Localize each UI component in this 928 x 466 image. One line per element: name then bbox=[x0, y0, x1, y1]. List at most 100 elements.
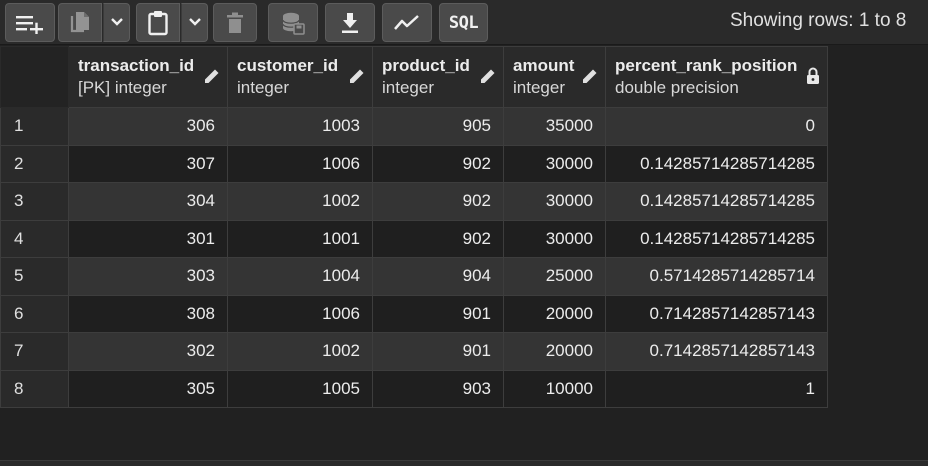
table-cell[interactable]: 901 bbox=[372, 294, 504, 333]
table-cell[interactable]: 904 bbox=[372, 257, 504, 296]
table-cell[interactable]: 35000 bbox=[503, 107, 606, 146]
table-row[interactable]: 1 306 1003 905 35000 0 bbox=[0, 107, 828, 146]
pencil-icon[interactable] bbox=[203, 67, 221, 90]
table-cell[interactable]: 303 bbox=[68, 257, 228, 296]
column-name: product_id bbox=[382, 56, 470, 75]
copy-icon bbox=[69, 11, 91, 35]
line-chart-icon bbox=[394, 14, 420, 32]
table-cell[interactable]: 0.5714285714285714 bbox=[605, 257, 828, 296]
table-cell[interactable]: 10000 bbox=[503, 369, 606, 408]
delete-button[interactable] bbox=[213, 3, 257, 42]
column-type: double precision bbox=[615, 78, 739, 97]
column-header-percent-rank-position[interactable]: percent_rank_position double precision bbox=[605, 46, 828, 108]
column-name: percent_rank_position bbox=[615, 56, 798, 75]
row-number[interactable]: 8 bbox=[0, 369, 69, 408]
pencil-icon[interactable] bbox=[581, 67, 599, 90]
add-row-button[interactable] bbox=[5, 3, 55, 42]
table-cell[interactable]: 0.14285714285714285 bbox=[605, 182, 828, 221]
table-row[interactable]: 3 304 1002 902 30000 0.14285714285714285 bbox=[0, 182, 828, 221]
table-row[interactable]: 5 303 1004 904 25000 0.5714285714285714 bbox=[0, 257, 828, 296]
table-cell[interactable]: 302 bbox=[68, 332, 228, 371]
table-cell[interactable]: 902 bbox=[372, 219, 504, 258]
column-header-product-id[interactable]: product_id integer bbox=[372, 46, 504, 108]
graph-visualiser-button[interactable] bbox=[382, 3, 432, 42]
column-type: [PK] integer bbox=[78, 78, 167, 97]
lock-icon bbox=[805, 67, 821, 90]
table-cell[interactable]: 1002 bbox=[227, 182, 373, 221]
table-cell[interactable]: 1005 bbox=[227, 369, 373, 408]
table-cell[interactable]: 30000 bbox=[503, 219, 606, 258]
save-data-button[interactable] bbox=[268, 3, 318, 42]
copy-button[interactable] bbox=[58, 3, 102, 42]
table-cell[interactable]: 20000 bbox=[503, 294, 606, 333]
table-cell[interactable]: 902 bbox=[372, 144, 504, 183]
rows-status: Showing rows: 1 to 8 bbox=[730, 10, 907, 31]
pencil-icon[interactable] bbox=[348, 67, 366, 90]
table-cell[interactable]: 1004 bbox=[227, 257, 373, 296]
table-cell[interactable]: 0.7142857142857143 bbox=[605, 294, 828, 333]
column-type: integer bbox=[237, 78, 289, 97]
table-cell[interactable]: 1006 bbox=[227, 294, 373, 333]
table-row[interactable]: 6 308 1006 901 20000 0.7142857142857143 bbox=[0, 294, 828, 333]
toolbar: SQL Showing rows: 1 to 8 bbox=[0, 0, 928, 45]
row-number[interactable]: 3 bbox=[0, 182, 69, 221]
trash-icon bbox=[226, 12, 244, 34]
row-number[interactable]: 5 bbox=[0, 257, 69, 296]
table-cell[interactable]: 25000 bbox=[503, 257, 606, 296]
table-cell[interactable]: 30000 bbox=[503, 182, 606, 221]
column-header-customer-id[interactable]: customer_id integer bbox=[227, 46, 373, 108]
chevron-down-icon bbox=[110, 14, 124, 32]
column-name: transaction_id bbox=[78, 56, 195, 75]
row-number[interactable]: 2 bbox=[0, 144, 69, 183]
table-cell[interactable]: 1003 bbox=[227, 107, 373, 146]
row-number[interactable]: 6 bbox=[0, 294, 69, 333]
table-cell[interactable]: 1002 bbox=[227, 332, 373, 371]
status-bar bbox=[0, 460, 928, 466]
table-cell[interactable]: 905 bbox=[372, 107, 504, 146]
table-row[interactable]: 4 301 1001 902 30000 0.14285714285714285 bbox=[0, 219, 828, 258]
table-row[interactable]: 2 307 1006 902 30000 0.14285714285714285 bbox=[0, 144, 828, 183]
select-all-corner[interactable] bbox=[0, 46, 69, 108]
table-cell[interactable]: 0.14285714285714285 bbox=[605, 219, 828, 258]
table-cell[interactable]: 1 bbox=[605, 369, 828, 408]
header-row: transaction_id [PK] integer customer_id … bbox=[0, 46, 828, 108]
row-number[interactable]: 7 bbox=[0, 332, 69, 371]
table-cell[interactable]: 304 bbox=[68, 182, 228, 221]
table-row[interactable]: 7 302 1002 901 20000 0.7142857142857143 bbox=[0, 332, 828, 371]
table-cell[interactable]: 1001 bbox=[227, 219, 373, 258]
table-cell[interactable]: 901 bbox=[372, 332, 504, 371]
table-cell[interactable]: 0 bbox=[605, 107, 828, 146]
paste-options-button[interactable] bbox=[181, 3, 208, 42]
table-body: 1 306 1003 905 35000 0 2 307 1006 902 30000 0.14285… bbox=[0, 107, 828, 408]
table-cell[interactable]: 305 bbox=[68, 369, 228, 408]
row-number[interactable]: 4 bbox=[0, 219, 69, 258]
result-table: transaction_id [PK] integer customer_id … bbox=[0, 46, 828, 408]
pencil-icon[interactable] bbox=[479, 67, 497, 90]
database-save-icon bbox=[281, 11, 305, 35]
table-cell[interactable]: 30000 bbox=[503, 144, 606, 183]
table-cell[interactable]: 20000 bbox=[503, 332, 606, 371]
table-cell[interactable]: 903 bbox=[372, 369, 504, 408]
paste-button[interactable] bbox=[136, 3, 180, 42]
column-header-transaction-id[interactable]: transaction_id [PK] integer bbox=[68, 46, 228, 108]
table-cell[interactable]: 0.7142857142857143 bbox=[605, 332, 828, 371]
download-icon bbox=[340, 12, 360, 34]
column-type: integer bbox=[382, 78, 434, 97]
table-cell[interactable]: 306 bbox=[68, 107, 228, 146]
table-cell[interactable]: 301 bbox=[68, 219, 228, 258]
copy-options-button[interactable] bbox=[103, 3, 130, 42]
table-cell[interactable]: 1006 bbox=[227, 144, 373, 183]
table-cell[interactable]: 307 bbox=[68, 144, 228, 183]
row-number[interactable]: 1 bbox=[0, 107, 69, 146]
table-cell[interactable]: 0.14285714285714285 bbox=[605, 144, 828, 183]
table-row[interactable]: 8 305 1005 903 10000 1 bbox=[0, 369, 828, 408]
table-cell[interactable]: 902 bbox=[372, 182, 504, 221]
add-row-icon bbox=[15, 12, 45, 34]
column-name: customer_id bbox=[237, 56, 339, 75]
table-cell[interactable]: 308 bbox=[68, 294, 228, 333]
sql-button[interactable]: SQL bbox=[439, 3, 488, 42]
data-grid: transaction_id [PK] integer customer_id … bbox=[0, 46, 828, 408]
download-button[interactable] bbox=[325, 3, 375, 42]
column-header-amount[interactable]: amount integer bbox=[503, 46, 606, 108]
sql-label: SQL bbox=[448, 12, 479, 33]
